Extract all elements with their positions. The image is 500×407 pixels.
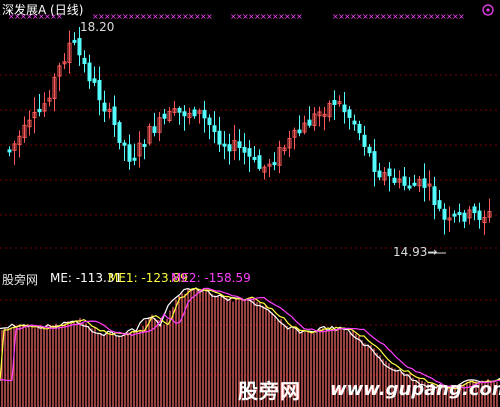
candle-down: [442, 208, 447, 220]
candle-down: [177, 107, 182, 113]
compass-icon[interactable]: [482, 4, 494, 16]
candle-down: [452, 213, 457, 217]
candle-down: [207, 117, 212, 126]
high-price-label: 18.20: [80, 20, 115, 34]
chart-title: 深发展A (日线): [2, 3, 84, 17]
candle-down: [212, 125, 217, 133]
signal-marker: ×: [206, 12, 213, 21]
candle-down: [402, 176, 407, 186]
candle-down: [247, 148, 252, 157]
candle-down: [372, 151, 377, 172]
candle-down: [87, 62, 92, 82]
candle-down: [72, 39, 77, 43]
candle-down: [117, 122, 122, 143]
candle-down: [92, 78, 97, 83]
candle-down: [392, 177, 397, 183]
candle-down: [377, 170, 382, 178]
price-chart[interactable]: × × × × × × × × × × × × × × × × × × × × × × × × × × × × × × × × × × × × × × × ×…: [0, 0, 500, 270]
candle-down: [162, 113, 167, 119]
candle-down: [242, 146, 247, 153]
candle-down: [102, 102, 107, 112]
candle-down: [357, 123, 362, 134]
candle-down: [387, 168, 392, 177]
candle-down: [352, 120, 357, 125]
candle-down: [367, 146, 372, 154]
candle-down: [252, 156, 257, 160]
me2-line: [0, 287, 500, 389]
candle-down: [407, 185, 412, 189]
candle-down: [257, 155, 262, 169]
candle-down: [122, 142, 127, 146]
candle-down: [437, 200, 442, 209]
candle-down: [152, 126, 157, 133]
candle-down: [457, 212, 462, 216]
candle-down: [202, 109, 207, 119]
candle-down: [412, 182, 417, 186]
candle-down: [217, 130, 222, 145]
candle-down: [432, 186, 437, 206]
me2-value: ME2: -158.59: [171, 271, 251, 285]
candle-down: [222, 143, 227, 147]
low-arrow: →: [427, 245, 438, 259]
me1-line: [0, 287, 500, 390]
watermark-url: www.gupang.com: [330, 379, 500, 400]
watermark-text: 股旁网: [238, 379, 301, 403]
candle-down: [132, 157, 137, 161]
candle-down: [192, 109, 197, 117]
candle-down: [297, 129, 302, 134]
candle-down: [7, 149, 12, 153]
candle-down: [142, 143, 147, 147]
candle-down: [342, 104, 347, 113]
candle-down: [422, 178, 427, 188]
price-chart-pane[interactable]: × × × × × × × × × × × × × × × × × × × × × × × × × × × × × × × × × × × × × × × ×…: [0, 0, 500, 270]
candle-down: [127, 144, 132, 162]
candle-down: [37, 108, 42, 113]
candle-down: [112, 106, 117, 126]
candle-down: [332, 100, 337, 105]
signal-marker: ×: [458, 12, 465, 21]
candle-down: [182, 111, 187, 117]
candle-down: [82, 57, 87, 65]
candle-down: [472, 206, 477, 214]
candle-down: [272, 162, 277, 166]
candle-down: [462, 212, 467, 222]
candle-down: [97, 79, 102, 101]
low-price-value: 14.93: [393, 245, 428, 259]
candle-down: [77, 38, 82, 56]
candle-down: [362, 134, 367, 147]
me-line: [0, 287, 500, 389]
indicator-name: 股旁网: [2, 273, 39, 287]
candle-down: [227, 144, 232, 152]
candle-down: [307, 119, 312, 126]
signal-marker: ×: [296, 12, 303, 21]
candle-down: [237, 141, 242, 148]
low-price-label: 14.93→: [393, 245, 437, 259]
candle-down: [477, 210, 482, 220]
candle-down: [347, 109, 352, 118]
